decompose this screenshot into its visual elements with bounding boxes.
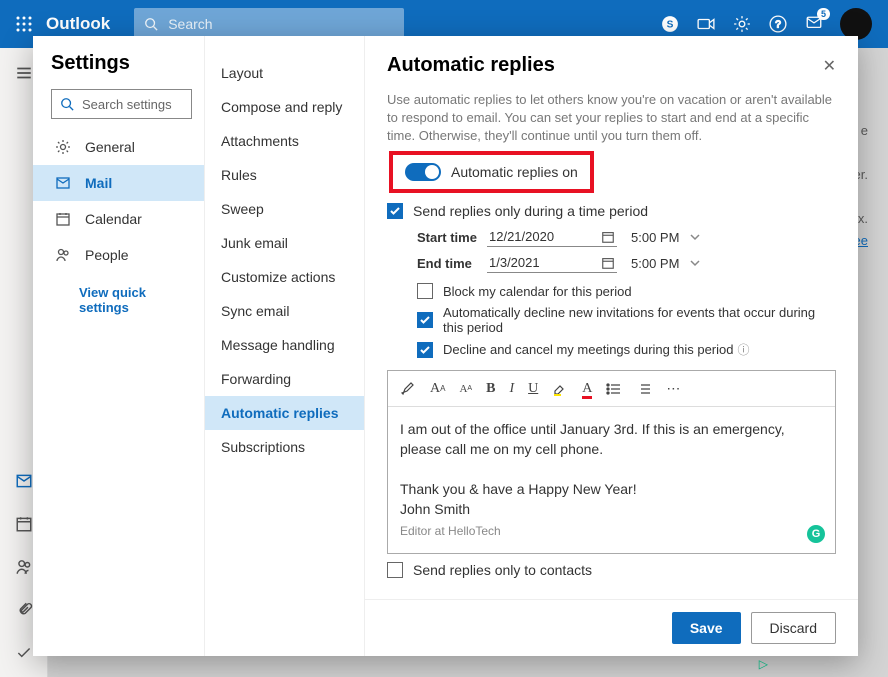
search-settings-input[interactable]: Search settings [51,89,192,119]
subnav-automatic-replies[interactable]: Automatic replies [205,396,364,430]
pane-description: Use automatic replies to let others know… [365,85,858,145]
search-icon [60,97,74,111]
pane-title: Automatic replies [387,54,555,77]
skype-icon[interactable]: S [660,14,680,34]
decline-cancel-label: Decline and cancel my meetings during th… [443,342,734,357]
end-time-select[interactable]: 5:00 PM [631,256,711,271]
settings-nav: Settings Search settings General Mail Ca… [33,36,205,656]
subnav-junk[interactable]: Junk email [205,226,364,260]
calendar-rail-icon[interactable] [15,515,33,538]
app-launcher-icon[interactable] [8,16,40,32]
subnav-attachments[interactable]: Attachments [205,124,364,158]
brand-label: Outlook [46,14,110,34]
decline-cancel-checkbox[interactable] [417,342,433,358]
search-icon [144,17,158,31]
save-button[interactable]: Save [672,612,741,644]
chevron-down-icon [689,257,701,269]
ad-marker-icon: ▷ [759,657,768,671]
subnav-subscriptions[interactable]: Subscriptions [205,430,364,464]
view-quick-settings-link[interactable]: View quick settings [51,273,192,315]
timeperiod-label: Send replies only during a time period [413,203,648,219]
svg-text:S: S [667,19,674,30]
italic-button[interactable]: I [509,381,514,397]
subnav-sweep[interactable]: Sweep [205,192,364,226]
calendar-icon [55,211,71,227]
settings-subnav: Layout Compose and reply Attachments Rul… [205,36,365,656]
mail-rail-icon[interactable] [15,472,33,495]
subnav-compose[interactable]: Compose and reply [205,90,364,124]
brush-icon[interactable] [400,381,416,397]
close-icon[interactable]: ✕ [823,56,836,76]
gear-icon [55,139,71,155]
subnav-handling[interactable]: Message handling [205,328,364,362]
calendar-icon [601,230,615,244]
end-time-label: End time [417,256,487,271]
help-icon[interactable]: ? [768,14,788,34]
start-time-select[interactable]: 5:00 PM [631,230,711,245]
settings-pane: Automatic replies ✕ Use automatic replie… [365,36,858,656]
start-date-input[interactable]: 12/21/2020 [487,227,617,247]
editor-textarea[interactable]: I am out of the office until January 3rd… [388,407,835,553]
end-date-input[interactable]: 1/3/2021 [487,253,617,273]
editor-toolbar: AA AA B I U A ⋯ [388,371,835,407]
subnav-rules[interactable]: Rules [205,158,364,192]
numbering-icon[interactable] [636,381,652,397]
subnav-sync[interactable]: Sync email [205,294,364,328]
category-people[interactable]: People [33,237,204,273]
font-decrease-icon[interactable]: AA [459,383,472,395]
bullets-icon[interactable] [606,381,622,397]
settings-dialog: Settings Search settings General Mail Ca… [33,36,858,656]
highlight-icon[interactable] [552,381,568,397]
discard-button[interactable]: Discard [751,612,836,644]
category-general[interactable]: General [33,129,204,165]
grammarly-icon[interactable]: G [807,525,825,543]
global-search-placeholder: Search [168,16,212,32]
font-color-icon[interactable]: A [582,381,592,397]
start-time-label: Start time [417,230,487,245]
autoreply-toggle-label: Automatic replies on [451,164,578,180]
calendar-icon [601,256,615,270]
notifications-icon[interactable]: 5 [804,14,824,34]
decline-new-checkbox[interactable] [417,312,433,328]
files-rail-icon[interactable] [15,601,33,624]
contacts-only-checkbox[interactable] [387,562,403,578]
category-calendar[interactable]: Calendar [33,201,204,237]
todo-rail-icon[interactable] [15,644,33,667]
contacts-only-label: Send replies only to contacts [413,562,592,578]
block-calendar-checkbox[interactable] [417,283,433,299]
chevron-down-icon [689,231,701,243]
autoreply-toggle[interactable] [405,163,441,181]
people-rail-icon[interactable] [15,558,33,581]
dialog-footer: Save Discard [365,599,858,656]
mail-icon [55,175,71,191]
timeperiod-checkbox[interactable] [387,203,403,219]
settings-gear-icon[interactable] [732,14,752,34]
notification-badge: 5 [817,8,830,20]
reply-editor: AA AA B I U A ⋯ I am out of the office u… [387,370,836,554]
block-calendar-label: Block my calendar for this period [443,284,632,299]
bold-button[interactable]: B [486,381,495,397]
meet-now-icon[interactable] [696,14,716,34]
people-icon [55,247,71,263]
font-increase-icon[interactable]: AA [430,381,445,397]
svg-text:?: ? [775,19,781,30]
subnav-forwarding[interactable]: Forwarding [205,362,364,396]
subnav-customize[interactable]: Customize actions [205,260,364,294]
decline-new-label: Automatically decline new invitations fo… [443,305,836,335]
highlight-annotation: Automatic replies on [389,151,594,193]
subnav-layout[interactable]: Layout [205,56,364,90]
hamburger-icon[interactable] [15,64,33,87]
info-icon[interactable]: ⓘ [738,341,750,358]
more-icon[interactable]: ⋯ [666,380,680,397]
underline-button[interactable]: U [528,381,538,397]
category-mail[interactable]: Mail [33,165,204,201]
settings-title: Settings [51,52,192,75]
